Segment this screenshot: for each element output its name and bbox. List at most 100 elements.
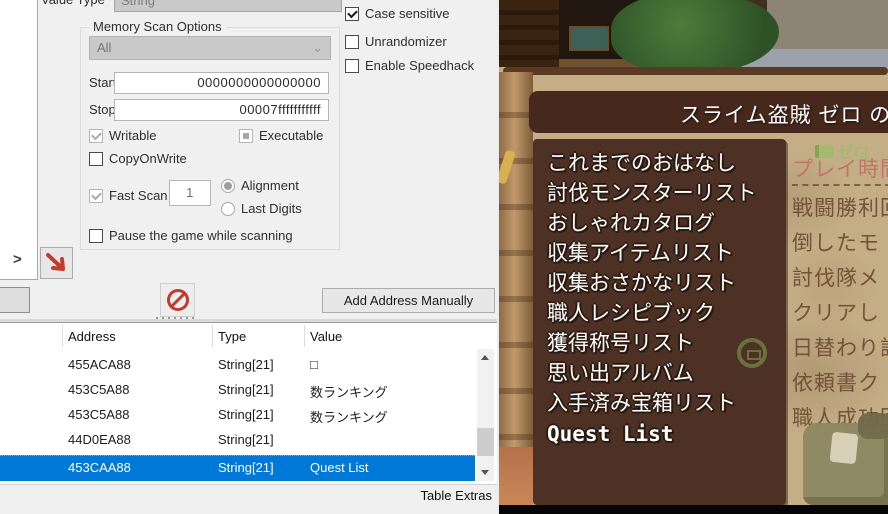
scan-arrow-icon [46,253,65,271]
unrandomizer-label: Unrandomizer [365,34,447,49]
pause-game-label: Pause the game while scanning [109,228,293,243]
table-row-selected[interactable]: 453CAA88 String[21] Quest List [0,455,475,481]
book-icon [815,144,834,158]
row-address: 455ACA88 [68,357,131,372]
stat-line: 日替わり討 [792,337,888,360]
chevron-right-icon[interactable]: > [13,251,22,268]
writable-checkbox[interactable] [89,129,103,143]
stop-label: Stop [89,102,116,117]
wood-building [499,0,565,68]
stat-line: 討伐隊メ [792,267,880,290]
cheat-engine-window: > Value Type String Memory Scan Options … [0,0,497,514]
gold-ornament [499,149,517,185]
pause-game-checkbox[interactable] [89,229,103,243]
row-value: 数ランキング [310,410,388,425]
dashed-separator [792,184,888,186]
game-menu-list: これまでのおはなし 討伐モンスターリスト おしゃれカタログ 収集アイテムリスト … [533,139,786,449]
menu-item[interactable]: 収集おさかなリスト [547,269,786,299]
watermark-text: ゼロ [837,145,870,162]
last-digits-label: Last Digits [241,201,302,216]
row-address: 453C5A88 [68,382,130,397]
row-type: String[21] [218,432,274,447]
row-type: String[21] [218,357,274,372]
row-type: String[21] [218,460,274,475]
splitter-handle[interactable] [156,317,196,320]
scroll-down-icon[interactable] [477,464,494,481]
start-label: Start [89,75,117,90]
enable-speedhack-label: Enable Speedhack [365,58,475,73]
value-type-dropdown[interactable]: String [114,0,342,12]
enable-speedhack-checkbox[interactable] [345,59,359,73]
column-separator[interactable] [62,325,63,347]
column-separator[interactable] [212,325,213,347]
chevron-down-icon: ⌄ [312,40,323,55]
table-extras-label[interactable]: Table Extras [420,488,492,503]
table-row[interactable]: 45597A88 String[21] [0,349,475,352]
fast-scan-value-field[interactable]: 1 [169,180,211,206]
executable-label: Executable [259,128,324,143]
npc-character [789,413,888,505]
row-value: 数ランキング [310,385,388,400]
table-row[interactable]: 453C5A88 String[21] 数ランキング [0,378,475,403]
value-type-label: Value Type [41,0,105,7]
stat-line: クリアし [792,302,880,325]
stop-address-field[interactable]: 00007fffffffffff [114,99,329,121]
character-pocket [829,431,859,465]
game-menu-panel: これまでのおはなし 討伐モンスターリスト おしゃれカタログ 収集アイテムリスト … [533,139,786,505]
start-address-field[interactable]: 0000000000000000 [114,72,329,94]
table-scrollbar[interactable] [477,349,494,481]
stat-line: 倒したモ [792,232,880,255]
character-hood [858,413,888,439]
copyonwrite-label: CopyOnWrite [109,151,187,166]
column-header-type[interactable]: Type [218,329,246,344]
table-row[interactable]: 455ACA88 String[21] □ [0,353,475,378]
last-digits-radio[interactable] [221,202,235,216]
fast-scan-label: Fast Scan [109,188,168,203]
row-type: String[21] [218,382,274,397]
cancel-scan-button[interactable] [160,283,195,317]
menu-item[interactable]: 入手済み宝箱リスト [547,389,786,419]
clipped-button[interactable] [0,287,30,313]
status-bar: Table Extras [0,484,497,514]
menu-item[interactable]: 職人レシピブック [547,299,786,329]
menu-item[interactable]: 討伐モンスターリスト [547,179,786,209]
row-address: 453C5A88 [68,407,130,422]
undo-scan-button[interactable] [40,247,73,279]
row-address: 44D0EA88 [68,432,131,447]
scan-region-value: All [97,40,112,55]
bush [611,0,779,68]
add-address-manually-button[interactable]: Add Address Manually [322,288,495,313]
letterbox-bar [499,505,888,514]
alignment-radio[interactable] [221,179,235,193]
address-list-panel: Address Type Value 45597A88 String[21] 4… [0,322,497,484]
scroll-left-edge [499,72,533,505]
column-separator[interactable] [304,325,305,347]
menu-item-quest-list[interactable]: Quest List [547,419,786,449]
menu-item[interactable]: おしゃれカタログ [547,209,786,239]
column-header-value[interactable]: Value [310,329,342,344]
scroll-up-icon[interactable] [477,349,494,366]
address-rows: 45597A88 String[21] 455ACA88 String[21] … [0,349,497,484]
fast-scan-checkbox[interactable] [89,189,103,203]
unrandomizer-checkbox[interactable] [345,35,359,49]
scan-region-dropdown[interactable]: All ⌄ [89,36,331,60]
stat-line: 依頼書ク [792,372,880,395]
memory-scan-options-group: Memory Scan Options All ⌄ Start 00000000… [80,19,340,250]
torn-paper [499,447,533,505]
menu-item[interactable]: これまでのおはなし [547,149,786,179]
row-address: 453CAA88 [68,460,131,475]
executable-checkbox[interactable] [239,129,253,143]
table-row[interactable]: 453C5A88 String[21] 数ランキング [0,403,475,428]
table-row[interactable]: 44D0EA88 String[21] [0,428,475,453]
column-header-address[interactable]: Address [68,329,116,344]
no-entry-icon [166,289,189,311]
row-type: String[21] [218,407,274,422]
menu-item[interactable]: 収集アイテムリスト [547,239,786,269]
scrollbar-thumb[interactable] [477,428,494,456]
case-sensitive-checkbox[interactable] [345,7,359,21]
watermark: ゼロ [815,139,869,163]
side-panel: > [0,0,38,280]
ring-watermark-icon [737,338,767,368]
screen: > Value Type String Memory Scan Options … [0,0,888,514]
copyonwrite-checkbox[interactable] [89,152,103,166]
